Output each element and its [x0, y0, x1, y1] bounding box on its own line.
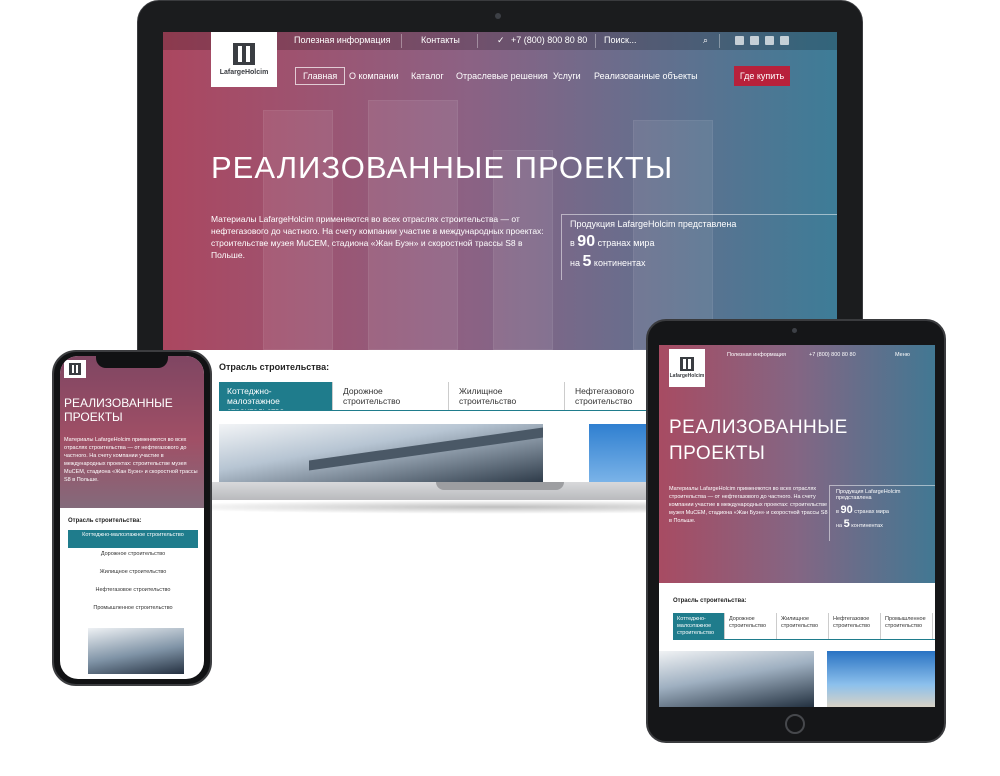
stats-prefix: на	[836, 523, 843, 529]
project-image[interactable]	[219, 424, 543, 482]
page-title: РЕАЛИЗОВАННЫЕ ПРОЕКТЫ	[64, 396, 173, 424]
project-image[interactable]	[659, 651, 814, 707]
stats-box: Продукция LafargeHolcim представлена в 9…	[561, 214, 837, 280]
page-title: РЕАЛИЗОВАННЫЕ ПРОЕКТЫ	[669, 417, 848, 464]
search-input[interactable]: Поиск...	[604, 35, 636, 45]
tab-housing[interactable]: Жилищное строительство	[777, 613, 829, 639]
stats-suffix: континентах	[851, 523, 883, 529]
tab-cottage[interactable]: Коттеджно-малоэтажное строительство	[219, 382, 333, 416]
stats-continents: на 5 континентах	[836, 518, 929, 530]
section-label: Отрасль строительства:	[68, 518, 142, 524]
stats-number: 5	[843, 518, 850, 530]
phone-notch	[96, 356, 168, 368]
tabs-underline	[673, 639, 935, 640]
logo-icon	[680, 357, 694, 371]
tablet-screen: LafargeHolcim Полезная информация +7 (80…	[659, 345, 935, 707]
tab-cottage[interactable]: Коттеджно-малоэтажное строительство	[68, 530, 198, 548]
section-label: Отрасль строительства:	[673, 598, 747, 604]
page-description: Материалы LafargeHolcim применяются во в…	[64, 437, 198, 483]
stats-number: 90	[840, 504, 853, 516]
logo[interactable]: LafargeHolcim	[211, 32, 277, 87]
twitter-icon[interactable]	[735, 36, 744, 45]
stats-suffix: странах мира	[854, 509, 889, 515]
page-description: Материалы LafargeHolcim применяются во в…	[669, 486, 828, 524]
device-mockup-stage: Полезная информация Контакты ✓ +7 (800) …	[0, 0, 1000, 776]
logo-icon	[233, 43, 255, 65]
nav-services[interactable]: Услуги	[553, 71, 581, 81]
stats-continents: на 5 континентах	[570, 253, 829, 271]
logo-text: LafargeHolcim	[219, 69, 269, 76]
stats-prefix: в	[836, 509, 839, 515]
logo-text: LafargeHolcim	[669, 373, 705, 379]
stats-heading: Продукция LafargeHolcim представлена	[570, 219, 737, 229]
stats-prefix: в	[570, 238, 575, 248]
stats-box: Продукция LafargeHolcim представлена в 9…	[829, 485, 935, 541]
stats-suffix: континентах	[593, 258, 646, 268]
phone-number[interactable]: +7 (800) 800 80 80	[511, 35, 587, 45]
stats-number: 90	[577, 233, 596, 250]
stats-prefix: на	[570, 258, 580, 268]
divider	[719, 34, 720, 48]
tab-oil-gas[interactable]: Нефтегазовое строительство	[68, 585, 198, 603]
page-title: РЕАЛИЗОВАННЫЕ ПРОЕКТЫ	[211, 150, 674, 185]
phone-icon: ✓	[497, 35, 505, 45]
stats-suffix: странах мира	[597, 238, 655, 248]
linkedin-icon[interactable]	[780, 36, 789, 45]
contacts-link[interactable]: Контакты	[421, 35, 460, 45]
section-label: Отрасль строительства:	[219, 362, 330, 372]
vk-icon[interactable]	[750, 36, 759, 45]
divider	[477, 34, 478, 48]
tab-industrial[interactable]: Промышленное строительство	[881, 613, 933, 639]
where-to-buy-button[interactable]: Где купить	[734, 66, 790, 86]
stats-countries: в 90 странах мира	[570, 233, 829, 251]
phone-screen: РЕАЛИЗОВАННЫЕ ПРОЕКТЫ Материалы LafargeH…	[60, 356, 204, 679]
nav-catalog[interactable]: Каталог	[411, 71, 444, 81]
tab-road[interactable]: Дорожное строительство	[335, 382, 449, 410]
facebook-icon[interactable]	[765, 36, 774, 45]
phone-number[interactable]: +7 (800) 800 80 80	[809, 352, 856, 358]
laptop-notch	[436, 482, 564, 490]
search-icon[interactable]: ⌕	[703, 35, 708, 46]
stats-heading: Продукция LafargeHolcim представлена	[836, 489, 901, 501]
tab-industrial[interactable]: Промышленное строительство	[68, 603, 198, 621]
tab-housing[interactable]: Жилищное строительство	[68, 567, 198, 585]
tab-road[interactable]: Дорожное строительство	[68, 549, 198, 567]
camera-dot	[792, 328, 797, 333]
logo[interactable]	[64, 360, 86, 378]
hero-banner: Полезная информация Контакты ✓ +7 (800) …	[163, 32, 837, 350]
divider	[401, 34, 402, 48]
nav-about[interactable]: О компании	[349, 71, 399, 81]
tab-housing[interactable]: Жилищное строительство	[451, 382, 565, 410]
hero-banner: LafargeHolcim Полезная информация +7 (80…	[659, 345, 935, 583]
camera-dot	[495, 13, 501, 19]
info-link[interactable]: Полезная информация	[727, 352, 786, 358]
project-image[interactable]	[827, 651, 935, 707]
stats-number: 5	[582, 253, 592, 270]
hero-banner: РЕАЛИЗОВАННЫЕ ПРОЕКТЫ Материалы LafargeH…	[60, 356, 204, 508]
divider	[595, 34, 596, 48]
page-description: Материалы LafargeHolcim применяются во в…	[211, 214, 544, 260]
nav-industry[interactable]: Отраслевые решения	[456, 71, 548, 81]
nav-home[interactable]: Главная	[295, 67, 346, 85]
logo[interactable]: LafargeHolcim	[669, 349, 705, 387]
logo-icon	[69, 363, 81, 375]
stats-countries: в 90 странах мира	[836, 504, 929, 516]
tab-oil-gas[interactable]: Нефтегазовое строительство	[829, 613, 881, 639]
info-link[interactable]: Полезная информация	[294, 35, 390, 45]
home-button[interactable]	[785, 714, 805, 734]
menu-button[interactable]: Меню	[895, 352, 910, 358]
project-image[interactable]	[88, 628, 184, 674]
tab-cottage[interactable]: Коттеджно-малоэтажное строительство	[673, 613, 725, 639]
tab-road[interactable]: Дорожное строительство	[725, 613, 777, 639]
nav-projects[interactable]: Реализованные объекты	[594, 71, 698, 81]
